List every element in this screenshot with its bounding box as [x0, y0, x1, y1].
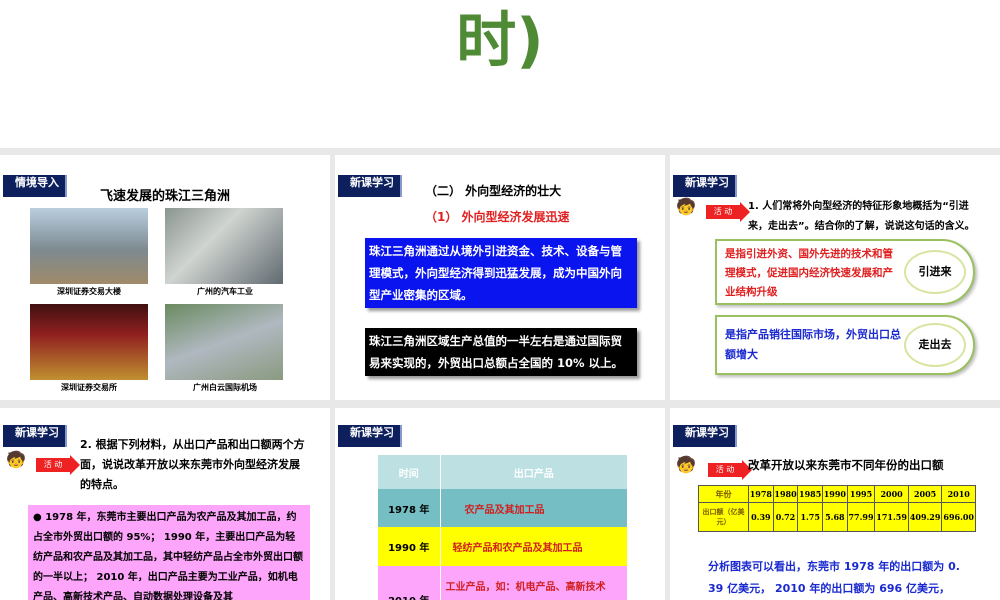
section-tag: 新课学习: [338, 425, 402, 447]
section-tag: 新课学习: [3, 425, 67, 447]
material-textbox: ● 1978 年，东莞市主要出口产品为农产品及其加工品，约占全市外贸出口额的 9…: [28, 505, 310, 600]
slide-thumb-4[interactable]: 新课学习 🧒 活 动 2. 根据下列材料，从出口产品和出口额两个方面，说说改革开…: [0, 408, 330, 600]
year-cell: 1990: [822, 485, 848, 503]
slide-heading: （二） 外向型经济的壮大: [425, 184, 562, 198]
section-tag: 新课学习: [673, 425, 737, 447]
slide-thumb-2[interactable]: 新课学习 （二） 外向型经济的壮大 （1） 外向型经济发展迅速 珠江三角洲通过从…: [335, 155, 665, 400]
header-cell: 出口产品: [513, 468, 554, 480]
slide-thumb-3[interactable]: 新课学习 🧒 活 动 1. 人们常将外向型经济的特征形象地概括为“引进来，走出去…: [670, 155, 1000, 400]
slide-heading: 改革开放以来东莞市不同年份的出口额: [748, 458, 944, 472]
car-factory-image: [165, 208, 283, 284]
activity-badge: 活 动: [706, 202, 750, 222]
year-cell: 1995: [846, 485, 876, 503]
stock-exchange-image: [30, 304, 148, 380]
children-icon: 🧒: [676, 455, 696, 474]
shenzhen-building-image: [30, 208, 148, 284]
value-cell: 171.59: [874, 502, 909, 532]
year-cell: 2010 年: [378, 566, 441, 600]
year-cell: 1980: [772, 485, 799, 503]
question-text: 2. 根据下列材料，从出口产品和出口额两个方面，说说改革开放以来东莞市外向型经济…: [80, 438, 305, 491]
value-cell: 409.29: [907, 502, 943, 532]
value-cell: 1.75: [797, 502, 824, 532]
year-cell: 2000: [874, 485, 909, 503]
slide-heading: 飞速发展的珠江三角洲: [100, 189, 231, 204]
black-textbox: 珠江三角洲区域生产总值的一半左右是通过国际贸易来实现的，外贸出口总额占全国的 1…: [365, 328, 637, 376]
slide-grid: 情境导入 飞速发展的珠江三角洲 深圳证券交易大楼 广州的汽车工业 深圳证券交易所…: [0, 148, 1000, 600]
analysis-text: 分析图表可以看出，东莞市 1978 年的出口额为 0. 39 亿美元， 2010…: [708, 560, 960, 595]
blue-textbox: 珠江三角洲通过从境外引进资金、技术、设备与管理模式，外向型经济得到迅猛发展，成为…: [365, 238, 637, 308]
image-caption: 深圳证券交易所: [61, 383, 117, 392]
product-cell: 农产品及其加工品: [464, 504, 545, 516]
table-row: 2010 年 工业产品，如：机电产品、高新技术: [378, 566, 627, 600]
slide-thumb-5[interactable]: 新课学习 时间 出口产品 1978 年 农产品及其加工品 1990 年 轻纺产品…: [335, 408, 665, 600]
slide-subheading: （1） 外向型经济发展迅速: [425, 210, 570, 224]
section-tag: 新课学习: [338, 175, 402, 197]
year-cell: 1990 年: [378, 527, 441, 566]
value-cell: 696.00: [941, 502, 976, 532]
row-label: 出口额（亿美元）: [698, 502, 749, 532]
row-label: 年份: [698, 485, 749, 503]
image-caption: 广州白云国际机场: [193, 383, 257, 392]
export-products-table: 时间 出口产品 1978 年 农产品及其加工品 1990 年 轻纺产品和农产品及…: [378, 455, 627, 600]
year-cell: 2010: [941, 485, 976, 503]
children-icon: 🧒: [676, 197, 696, 216]
product-cell: 工业产品，如：机电产品、高新技术: [445, 582, 606, 593]
question-text: 1. 人们常将外向型经济的特征形象地概括为“引进来，走出去”。结合你的了解，说说…: [748, 201, 975, 232]
value-cell: 0.39: [748, 502, 774, 532]
slide-thumb-1[interactable]: 情境导入 飞速发展的珠江三角洲 深圳证券交易大楼 广州的汽车工业 深圳证券交易所…: [0, 155, 330, 400]
activity-badge: 活 动: [708, 460, 752, 480]
table-row: 1978 年 农产品及其加工品: [378, 489, 627, 527]
slide-title: 时): [456, 6, 544, 76]
year-cell: 2005: [907, 485, 943, 503]
value-cell: 0.72: [772, 502, 799, 532]
export-value-table: 年份 1978 1980 1985 1990 1995 2000 2005 2010 出口额（亿…: [698, 485, 976, 532]
airport-image: [165, 304, 283, 380]
value-cell: 5.68: [822, 502, 848, 532]
label-bring-in: 引进来: [904, 250, 966, 294]
header-cell: 时间: [378, 455, 441, 489]
image-caption: 广州的汽车工业: [197, 287, 253, 296]
value-cell: 77.99: [846, 502, 876, 532]
section-tag: 新课学习: [673, 175, 737, 197]
slide-thumb-6[interactable]: 新课学习 🧒 活 动 改革开放以来东莞市不同年份的出口额 年份 1978 1980 1…: [670, 408, 1000, 600]
year-cell: 1985: [797, 485, 824, 503]
activity-badge: 活 动: [36, 455, 80, 475]
label-go-out: 走出去: [904, 323, 966, 367]
children-icon: 🧒: [6, 450, 26, 469]
section-tag: 情境导入: [3, 175, 67, 197]
image-caption: 深圳证券交易大楼: [57, 287, 121, 296]
year-cell: 1978 年: [378, 489, 441, 527]
product-cell: 轻纺产品和农产品及其加工品: [452, 543, 583, 554]
table-row: 1990 年 轻纺产品和农产品及其加工品: [378, 527, 627, 566]
year-cell: 1978: [748, 485, 774, 503]
